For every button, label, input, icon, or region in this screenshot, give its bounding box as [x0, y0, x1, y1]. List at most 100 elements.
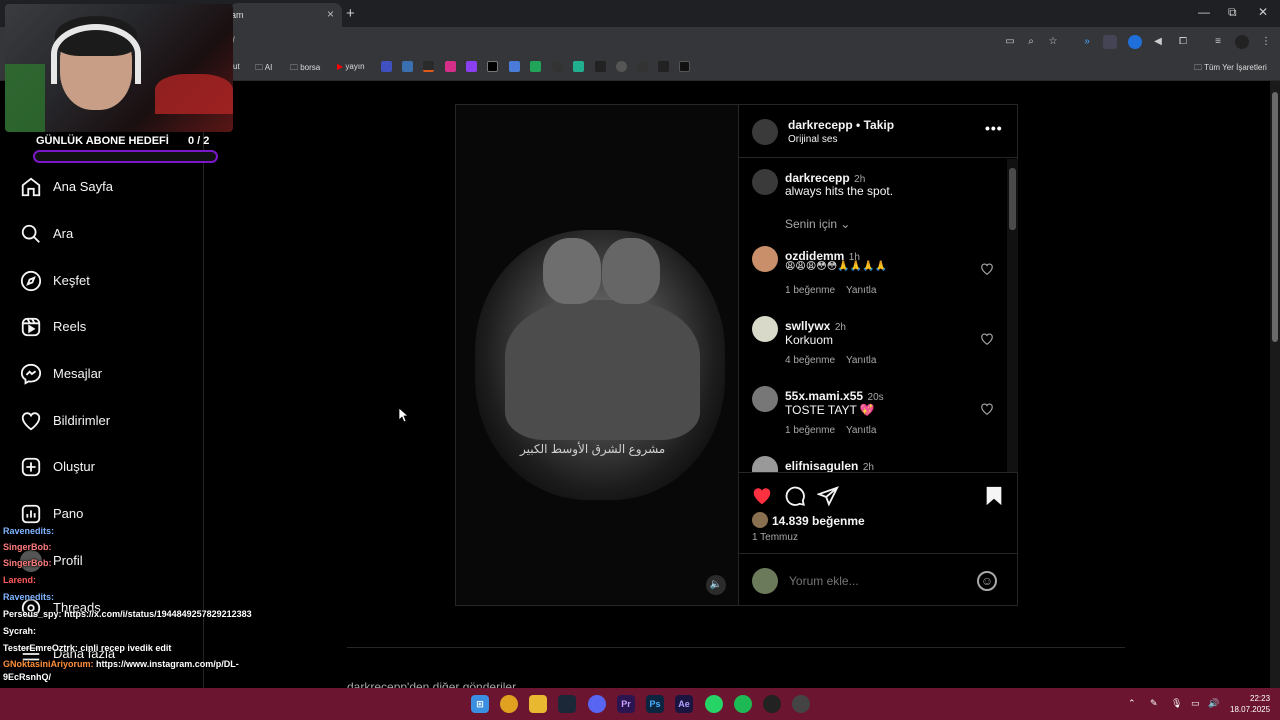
- docs-icon[interactable]: [509, 61, 520, 72]
- reply-button[interactable]: Yanıtla: [846, 285, 876, 296]
- star-icon[interactable]: ☆: [1046, 35, 1060, 49]
- discord-icon[interactable]: [588, 695, 606, 713]
- x-icon[interactable]: [487, 61, 498, 72]
- speaker-icon[interactable]: 🔊: [1208, 698, 1219, 709]
- monitor-icon[interactable]: ▭: [1191, 698, 1200, 709]
- system-clock[interactable]: 22:23 18.07.2025: [1230, 693, 1270, 715]
- bookmark-icon[interactable]: [402, 61, 413, 72]
- mute-button[interactable]: 🔈: [706, 575, 726, 595]
- chrome-icon[interactable]: [500, 695, 518, 713]
- webcam-background: [5, 64, 45, 132]
- bookmark-folder[interactable]: 🗀 AI: [255, 62, 272, 76]
- share-icon[interactable]: [817, 485, 839, 507]
- openai-icon[interactable]: [552, 61, 563, 72]
- sidebar-item-reels[interactable]: Reels: [18, 308, 198, 348]
- comment-input[interactable]: [789, 574, 969, 588]
- comments-scrollbar-thumb[interactable]: [1009, 168, 1016, 230]
- tab-search-icon[interactable]: ≡: [1211, 35, 1225, 49]
- caption-username[interactable]: darkrecepp: [785, 171, 850, 185]
- extension-icon[interactable]: [1128, 35, 1142, 49]
- browser-tab[interactable]: ram ×: [228, 3, 342, 27]
- avatar: [752, 568, 778, 594]
- cast-icon[interactable]: ▭: [1003, 35, 1017, 49]
- audio-label[interactable]: Orijinal ses: [788, 134, 837, 145]
- emoji-icon[interactable]: ☺: [977, 571, 997, 591]
- sidebar-item-search[interactable]: Ara: [18, 215, 198, 255]
- reply-button[interactable]: Yanıtla: [846, 425, 876, 436]
- all-bookmarks[interactable]: 🗀 Tüm Yer İşaretleri: [1194, 62, 1267, 76]
- profile-avatar[interactable]: [1235, 35, 1249, 49]
- bookmark-icon[interactable]: [637, 61, 648, 72]
- sidebar-item-home[interactable]: Ana Sayfa: [18, 168, 198, 208]
- comment-like-heart-icon[interactable]: [980, 262, 994, 276]
- pen-icon[interactable]: ✎: [1150, 698, 1158, 709]
- chat-username: Ravenedits:: [3, 526, 55, 536]
- comment-avatar[interactable]: [752, 316, 778, 342]
- puzzle-icon[interactable]: ⧠: [1176, 35, 1190, 49]
- reply-button[interactable]: Yanıtla: [846, 355, 876, 366]
- whatsapp-icon[interactable]: [705, 695, 723, 713]
- like-heart-icon[interactable]: [751, 485, 773, 507]
- bookmark-icon[interactable]: [573, 61, 584, 72]
- twitch-icon[interactable]: [466, 61, 477, 72]
- for-you-dropdown[interactable]: Senin için ⌄: [785, 217, 850, 231]
- comment-like-heart-icon[interactable]: [980, 332, 994, 346]
- save-bookmark-icon[interactable]: [983, 485, 1005, 507]
- sidebar-item-explore[interactable]: Keşfet: [18, 262, 198, 302]
- comment-username[interactable]: 55x.mami.x55: [785, 389, 863, 403]
- sidebar-item-create[interactable]: Oluştur: [18, 448, 198, 488]
- app-icon[interactable]: [763, 695, 781, 713]
- comment-avatar[interactable]: [752, 246, 778, 272]
- caption-avatar[interactable]: [752, 169, 778, 195]
- minimize-button[interactable]: —: [1198, 5, 1210, 19]
- post-author-name[interactable]: darkrecepp: [788, 118, 853, 132]
- steam-icon[interactable]: [558, 695, 576, 713]
- maximize-button[interactable]: ⧉: [1228, 5, 1237, 20]
- premiere-icon[interactable]: Pr: [617, 695, 635, 713]
- tray-chevron-icon[interactable]: ⌃: [1128, 698, 1136, 709]
- file-explorer-icon[interactable]: [529, 695, 547, 713]
- more-options-button[interactable]: •••: [985, 120, 1003, 136]
- likes-count[interactable]: 14.839 beğenme: [772, 514, 865, 528]
- bookmark[interactable]: ut: [233, 62, 240, 71]
- sheets-icon[interactable]: [530, 61, 541, 72]
- new-tab-button[interactable]: +: [346, 5, 355, 22]
- post-author-avatar[interactable]: [752, 119, 778, 145]
- tab-close-button[interactable]: ×: [327, 7, 334, 21]
- bookmark-icon[interactable]: [595, 61, 606, 72]
- spotify-icon[interactable]: [734, 695, 752, 713]
- photoshop-icon[interactable]: Ps: [646, 695, 664, 713]
- app-icon[interactable]: [792, 695, 810, 713]
- extension-icon[interactable]: [1103, 35, 1117, 49]
- bookmark-icon[interactable]: [616, 61, 627, 72]
- comment-username[interactable]: swllywx: [785, 319, 830, 333]
- menu-dots-icon[interactable]: ⋮: [1259, 35, 1273, 49]
- instagram-icon[interactable]: [445, 61, 456, 72]
- bookmark-icon[interactable]: [423, 61, 434, 72]
- close-window-button[interactable]: ✕: [1258, 5, 1268, 19]
- bookmark-icon[interactable]: [679, 61, 690, 72]
- comment-likes[interactable]: 1 beğenme: [785, 425, 835, 436]
- comment-likes[interactable]: 4 beğenme: [785, 355, 835, 366]
- mic-icon[interactable]: 🎙: [1171, 698, 1182, 709]
- bookmark-icon[interactable]: [381, 61, 392, 72]
- follow-button[interactable]: Takip: [864, 118, 894, 132]
- zoom-icon[interactable]: ⌕: [1024, 35, 1038, 49]
- comment-username[interactable]: elifnisagulen: [785, 459, 858, 473]
- bookmark-icon[interactable]: [658, 61, 669, 72]
- volume-icon[interactable]: ◀: [1151, 35, 1165, 49]
- after-effects-icon[interactable]: Ae: [675, 695, 693, 713]
- extension-icon[interactable]: »: [1080, 35, 1094, 49]
- sidebar-item-more[interactable]: Daha fazla: [18, 635, 198, 675]
- sidebar-item-messages[interactable]: Mesajlar: [18, 355, 198, 395]
- start-windows-icon[interactable]: ⊞: [471, 695, 489, 713]
- post-author-header[interactable]: darkrecepp • Takip: [788, 118, 894, 132]
- comment-avatar[interactable]: [752, 386, 778, 412]
- comment-likes[interactable]: 1 beğenme: [785, 285, 835, 296]
- page-scrollbar-thumb[interactable]: [1272, 92, 1278, 342]
- comment-icon[interactable]: [784, 485, 806, 507]
- sidebar-item-notifications[interactable]: Bildirimler: [18, 402, 198, 442]
- bookmark-folder[interactable]: 🗀 borsa: [290, 62, 320, 76]
- bookmark[interactable]: ▶ yayın: [337, 62, 365, 71]
- comment-like-heart-icon[interactable]: [980, 402, 994, 416]
